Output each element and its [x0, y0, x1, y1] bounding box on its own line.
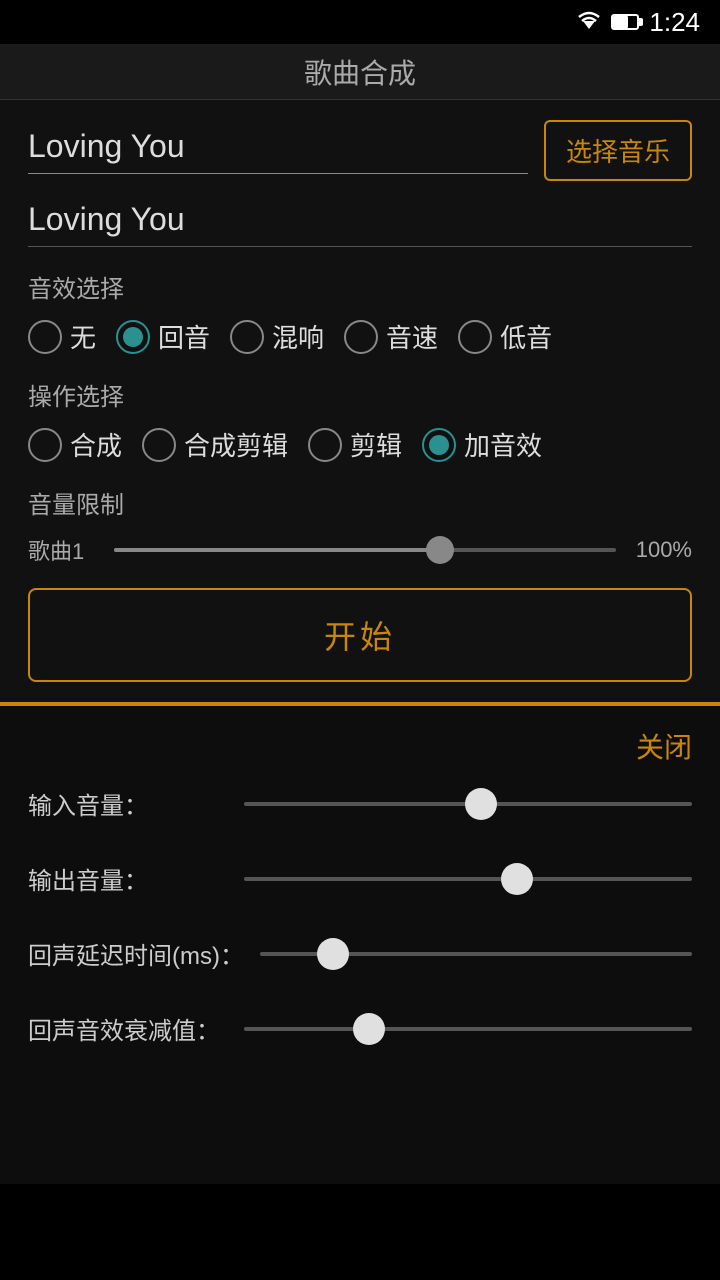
- select-music-button[interactable]: 选择音乐: [544, 120, 692, 181]
- output-vol-row: 输出音量：: [28, 861, 692, 896]
- close-button[interactable]: 关闭: [636, 726, 692, 766]
- song1-volume-pct: 100%: [632, 537, 692, 563]
- volume-section-label: 音量限制: [28, 485, 692, 520]
- status-time: 1:24: [649, 7, 700, 38]
- op-radio-compose[interactable]: [28, 428, 62, 462]
- song1-slider-wrapper: [114, 535, 616, 565]
- echo-delay-label: 回声延迟时间(ms)：: [28, 936, 244, 971]
- echo-delay-row: 回声延迟时间(ms)：: [28, 936, 692, 971]
- battery-icon: [611, 14, 639, 30]
- song1-slider-track: [114, 548, 616, 552]
- output-vol-label: 输出音量：: [28, 861, 228, 896]
- app-header: 歌曲合成: [0, 44, 720, 100]
- effect-section-label: 音效选择: [28, 269, 692, 304]
- effect-radio-group: 无 回音 混响 音速 低音: [28, 318, 692, 355]
- effect-label-none: 无: [70, 318, 96, 355]
- input-vol-label: 输入音量：: [28, 786, 228, 821]
- effect-radio-reverb[interactable]: [230, 320, 264, 354]
- song-input-wrapper: [28, 128, 528, 174]
- input-vol-thumb[interactable]: [465, 788, 497, 820]
- op-option-compose-edit[interactable]: 合成剪辑: [142, 426, 288, 463]
- operation-section-label: 操作选择: [28, 377, 692, 412]
- input-vol-row: 输入音量：: [28, 786, 692, 821]
- input-vol-track: [244, 802, 692, 806]
- start-button[interactable]: 开始: [28, 588, 692, 682]
- effect-option-echo[interactable]: 回音: [116, 318, 210, 355]
- effect-option-none[interactable]: 无: [28, 318, 96, 355]
- song1-volume-row: 歌曲1 100%: [28, 534, 692, 566]
- echo-delay-thumb[interactable]: [317, 938, 349, 970]
- effect-label-reverb: 混响: [272, 318, 324, 355]
- op-radio-add-effect[interactable]: [422, 428, 456, 462]
- effect-label-speed: 音速: [386, 318, 438, 355]
- status-bar: 1:24: [0, 0, 720, 44]
- song-selector-row: 选择音乐: [28, 120, 692, 181]
- effect-radio-bass[interactable]: [458, 320, 492, 354]
- operation-radio-group: 合成 合成剪辑 剪辑 加音效: [28, 426, 692, 463]
- echo-decay-row: 回声音效衰减值：: [28, 1011, 692, 1046]
- status-icons: [575, 11, 639, 33]
- song-name-display: Loving You: [28, 201, 692, 247]
- output-vol-track: [244, 877, 692, 881]
- main-content: 选择音乐 Loving You 音效选择 无 回音 混响 音速 低音 操作选择: [0, 100, 720, 704]
- effect-radio-none[interactable]: [28, 320, 62, 354]
- page-title: 歌曲合成: [304, 52, 416, 92]
- echo-decay-track: [244, 1027, 692, 1031]
- effect-option-speed[interactable]: 音速: [344, 318, 438, 355]
- op-option-edit[interactable]: 剪辑: [308, 426, 402, 463]
- song1-slider-fill: [114, 548, 440, 552]
- effect-label-echo: 回音: [158, 318, 210, 355]
- song-input[interactable]: [28, 128, 528, 165]
- effect-radio-echo[interactable]: [116, 320, 150, 354]
- close-row: 关闭: [28, 726, 692, 766]
- song1-label: 歌曲1: [28, 534, 98, 566]
- echo-decay-label: 回声音效衰减值：: [28, 1011, 228, 1046]
- echo-delay-track: [260, 952, 692, 956]
- echo-decay-thumb[interactable]: [353, 1013, 385, 1045]
- effect-label-bass: 低音: [500, 318, 552, 355]
- effect-option-reverb[interactable]: 混响: [230, 318, 324, 355]
- op-label-compose: 合成: [70, 426, 122, 463]
- output-vol-thumb[interactable]: [501, 863, 533, 895]
- op-radio-compose-edit[interactable]: [142, 428, 176, 462]
- op-label-add-effect: 加音效: [464, 426, 542, 463]
- song1-slider-thumb[interactable]: [426, 536, 454, 564]
- op-label-compose-edit: 合成剪辑: [184, 426, 288, 463]
- op-option-add-effect[interactable]: 加音效: [422, 426, 542, 463]
- effect-option-bass[interactable]: 低音: [458, 318, 552, 355]
- op-radio-edit[interactable]: [308, 428, 342, 462]
- wifi-icon: [575, 11, 603, 33]
- volume-section: 音量限制 歌曲1 100%: [28, 485, 692, 566]
- op-label-edit: 剪辑: [350, 426, 402, 463]
- bottom-panel: 关闭 输入音量： 输出音量： 回声延迟时间(ms)： 回声音效衰减值：: [0, 704, 720, 1184]
- op-option-compose[interactable]: 合成: [28, 426, 122, 463]
- effect-radio-speed[interactable]: [344, 320, 378, 354]
